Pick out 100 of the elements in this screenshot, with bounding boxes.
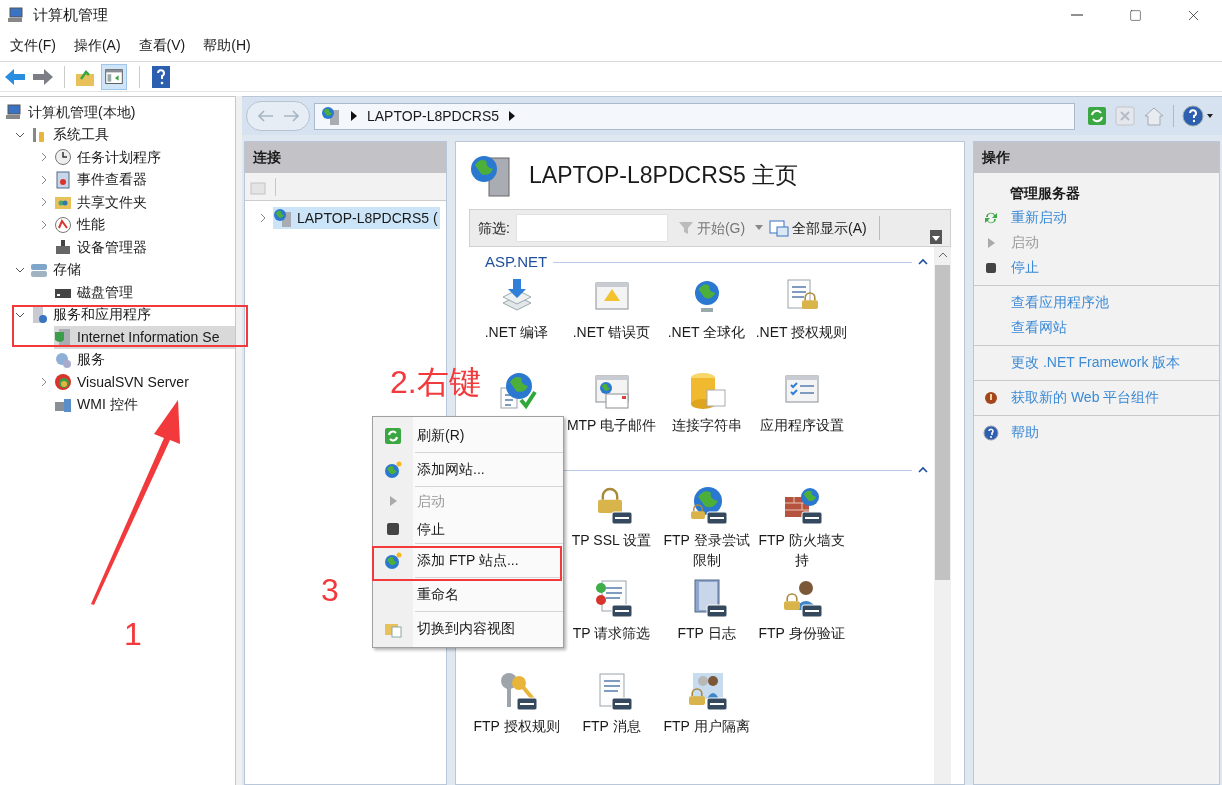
feature-label[interactable]: .NET 全球化 bbox=[659, 322, 754, 342]
page-title: LAPTOP-L8PDCRS5 主页 bbox=[529, 160, 799, 190]
tree-item[interactable]: Internet Information Se bbox=[54, 326, 235, 349]
server-globe-icon bbox=[321, 106, 341, 126]
expand-chevron-icon[interactable] bbox=[39, 174, 49, 185]
feature-label[interactable]: .NET 错误页 bbox=[564, 322, 659, 342]
menu-item-icon bbox=[384, 460, 402, 479]
feature-label[interactable]: 应用程序设置 bbox=[754, 415, 849, 435]
context-menu-item[interactable]: 重命名 bbox=[417, 584, 459, 605]
scroll-down-icon[interactable] bbox=[930, 230, 942, 244]
tree-item[interactable]: WMI 控件 bbox=[54, 393, 235, 416]
back-arrow-icon[interactable] bbox=[4, 67, 26, 86]
menu-item[interactable]: 帮助(H) bbox=[194, 30, 260, 61]
tree-item[interactable]: 设备管理器 bbox=[54, 236, 235, 259]
expand-chevron-icon[interactable] bbox=[39, 152, 49, 163]
feature-label[interactable]: FTP 防火墙支持 bbox=[754, 530, 849, 570]
context-menu-item[interactable]: 停止 bbox=[417, 518, 445, 540]
go-button[interactable]: 开始(G) bbox=[677, 217, 746, 239]
menu-item-icon bbox=[384, 426, 402, 445]
funnel-icon bbox=[677, 220, 694, 236]
scrollbar[interactable] bbox=[934, 247, 951, 784]
actions-heading: 管理服务器 bbox=[1009, 184, 1081, 203]
collapse-group-icon[interactable] bbox=[918, 466, 928, 474]
tree-item[interactable]: 计算机管理(本地) bbox=[5, 101, 235, 124]
filter-field[interactable] bbox=[515, 214, 668, 242]
menu-item-icon bbox=[384, 551, 402, 570]
tree-item[interactable]: 服务 bbox=[54, 348, 235, 371]
console-tree-icon[interactable] bbox=[101, 63, 127, 90]
address-bar[interactable]: LAPTOP-L8PDCRS5 bbox=[314, 102, 1075, 130]
window-title: 计算机管理 bbox=[33, 4, 108, 25]
forward-arrow-icon[interactable] bbox=[32, 67, 54, 86]
feature-label[interactable]: TP SSL 设置 bbox=[564, 530, 659, 550]
tree-item[interactable]: 系统工具 bbox=[30, 123, 235, 146]
feature-label[interactable]: FTP 日志 bbox=[659, 623, 754, 643]
tree-item[interactable]: 服务和应用程序 bbox=[30, 303, 235, 326]
annotation-label: 3 bbox=[321, 574, 339, 606]
node-icon bbox=[54, 328, 72, 347]
show-all-icon bbox=[769, 219, 790, 237]
scroll-up-icon[interactable] bbox=[937, 251, 948, 259]
feature-label[interactable]: FTP 用户隔离 bbox=[659, 716, 754, 736]
menu-item-icon bbox=[384, 520, 402, 538]
tree-item[interactable]: 事件查看器 bbox=[54, 168, 235, 191]
dropdown-caret-icon[interactable] bbox=[755, 225, 764, 231]
expand-chevron-icon[interactable] bbox=[39, 219, 49, 230]
app-icon bbox=[7, 6, 25, 24]
context-menu-item[interactable]: 刷新(R) bbox=[417, 425, 465, 446]
group-title: ASP.NET bbox=[485, 251, 548, 272]
action-icon bbox=[983, 424, 999, 441]
context-menu-item[interactable]: 添加 FTP 站点... bbox=[417, 550, 519, 571]
feature-label[interactable]: 连接字符串 bbox=[659, 415, 754, 435]
expand-chevron-icon[interactable] bbox=[39, 197, 49, 208]
feature-label[interactable]: FTP 身份验证 bbox=[754, 623, 849, 643]
node-icon bbox=[30, 305, 48, 324]
node-icon bbox=[54, 373, 72, 392]
feature-label[interactable]: TP 请求筛选 bbox=[564, 623, 659, 643]
tree-item[interactable]: 任务计划程序 bbox=[54, 146, 235, 169]
node-icon bbox=[5, 103, 23, 122]
minimize-icon bbox=[1071, 14, 1083, 16]
filter-label: 筛选: bbox=[478, 218, 510, 238]
help-dropdown-icon[interactable] bbox=[1182, 105, 1214, 127]
feature-label[interactable]: FTP 授权规则 bbox=[469, 716, 564, 736]
context-menu-item[interactable]: 切换到内容视图 bbox=[417, 618, 515, 639]
panel-header: 连接 bbox=[245, 142, 446, 173]
feature-label[interactable]: .NET 编译 bbox=[469, 322, 564, 342]
breadcrumb-item[interactable]: LAPTOP-L8PDCRS5 bbox=[367, 105, 499, 127]
maximize-icon bbox=[1128, 8, 1142, 22]
help-icon[interactable] bbox=[152, 65, 170, 88]
context-menu-item[interactable]: 添加网站... bbox=[417, 459, 485, 480]
breadcrumb-arrow-icon[interactable] bbox=[509, 111, 515, 121]
menu-item[interactable]: 文件(F) bbox=[1, 30, 65, 61]
node-icon bbox=[54, 148, 72, 167]
node-icon bbox=[54, 238, 72, 257]
tree-item[interactable]: 性能 bbox=[54, 213, 235, 236]
tree-item[interactable]: 共享文件夹 bbox=[54, 191, 235, 214]
feature-icon[interactable] bbox=[686, 671, 727, 711]
expand-chevron-icon[interactable] bbox=[258, 213, 268, 223]
collapse-group-icon[interactable] bbox=[918, 258, 928, 266]
menu-item[interactable]: 查看(V) bbox=[129, 30, 195, 61]
expand-chevron-icon[interactable] bbox=[39, 377, 49, 388]
tree-item[interactable]: 存储 bbox=[30, 258, 235, 281]
annotation-label: 1 bbox=[124, 618, 142, 650]
show-all-button[interactable]: 全部显示(A) bbox=[769, 217, 867, 239]
feature-label[interactable]: FTP 消息 bbox=[564, 716, 659, 736]
node-icon bbox=[54, 350, 72, 369]
annotation-label: 2.右键 bbox=[390, 366, 481, 398]
feature-label[interactable]: MTP 电子邮件 bbox=[564, 415, 659, 435]
panel-header: 操作 bbox=[974, 142, 1219, 173]
feature-label[interactable]: .NET 授权规则 bbox=[754, 322, 849, 342]
node-icon bbox=[54, 215, 72, 234]
breadcrumb-arrow-icon[interactable] bbox=[351, 111, 357, 121]
tree-item[interactable]: 磁盘管理 bbox=[54, 281, 235, 304]
feature-label[interactable]: FTP 登录尝试限制 bbox=[659, 530, 754, 570]
node-icon bbox=[54, 170, 72, 189]
server-globe-icon bbox=[273, 208, 293, 228]
action-icon bbox=[983, 389, 999, 406]
refresh-icon[interactable] bbox=[1087, 106, 1107, 126]
feature-icon[interactable] bbox=[781, 578, 822, 618]
menu-item[interactable]: 操作(A) bbox=[64, 30, 130, 61]
connection-node[interactable]: LAPTOP-L8PDCRS5 ( bbox=[273, 207, 440, 229]
tree-item[interactable]: VisualSVN Server bbox=[54, 371, 235, 394]
